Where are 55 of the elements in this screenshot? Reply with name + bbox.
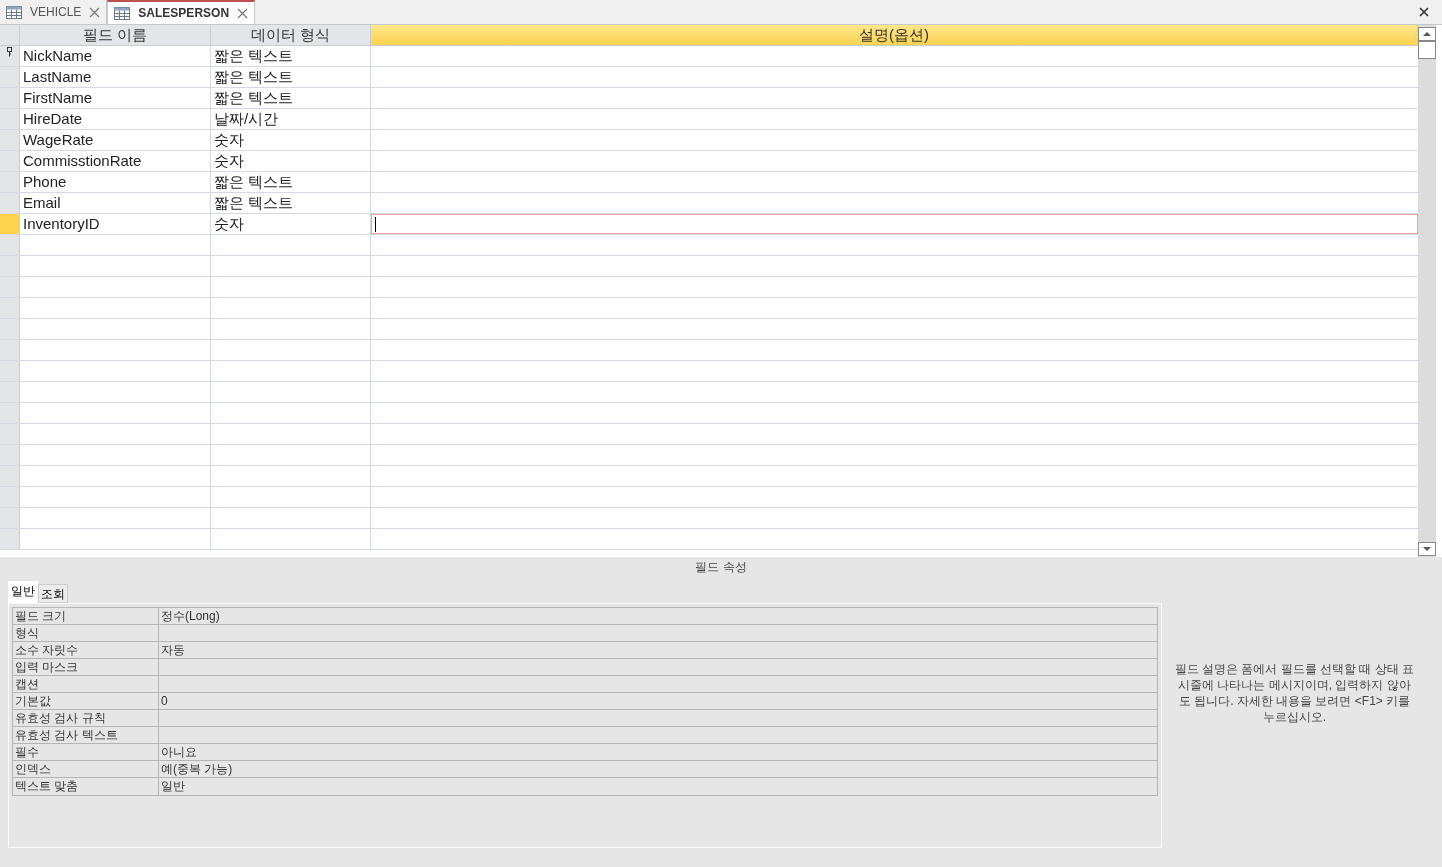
description-input[interactable] <box>371 214 1418 234</box>
table-cell: 숫자 <box>211 151 371 171</box>
property-label: 유효성 검사 텍스트 <box>13 727 159 743</box>
table-cell: 날짜/시간 <box>211 109 371 129</box>
property-value[interactable]: 아니요 <box>159 744 1157 760</box>
table-cell: HireDate <box>20 109 211 129</box>
key-icon <box>7 47 12 57</box>
table-cell: Email <box>20 193 211 213</box>
table-icon <box>6 5 22 19</box>
table-cell: 숫자 <box>211 130 371 150</box>
table-cell: FirstName <box>20 88 211 108</box>
table-cell: LastName <box>20 67 211 87</box>
table-cell: 짧은 텍스트 <box>211 172 371 192</box>
property-value[interactable]: 자동 <box>159 642 1157 658</box>
down-arrow-icon <box>1423 547 1431 551</box>
table-cell: 짧은 텍스트 <box>211 193 371 213</box>
table-cell: 숫자 <box>211 214 371 234</box>
table-cell: CommisstionRate <box>20 151 211 171</box>
property-tab[interactable]: 일반 <box>8 581 38 603</box>
table-cell: 짧은 텍스트 <box>211 88 371 108</box>
scrollbar[interactable] <box>1418 25 1436 557</box>
property-value[interactable]: 0 <box>159 693 1157 709</box>
table-cell: WageRate <box>20 130 211 150</box>
table-cell: 짧은 텍스트 <box>211 46 371 66</box>
column-header[interactable]: 필드 이름 <box>20 25 211 46</box>
column-header[interactable]: 데이터 형식 <box>211 25 371 46</box>
property-value[interactable]: 일반 <box>159 778 1157 795</box>
document-tab[interactable]: SALESPERSON <box>107 0 256 24</box>
scroll-down-button[interactable] <box>1418 542 1436 556</box>
property-value[interactable]: 예(중복 가능) <box>159 761 1157 777</box>
help-text: 필드 설명은 폼에서 필드를 선택할 때 상태 표시줄에 나타나는 메시지이며, 입력하지 않아도 됩니다. 자세한 내용을 보려면 <F1> 키를 누르십시오. <box>1173 660 1416 725</box>
property-label: 필드 크기 <box>13 608 159 624</box>
table-cell: InventoryID <box>20 214 211 234</box>
close-icon[interactable] <box>1419 7 1429 17</box>
up-arrow-icon <box>1423 32 1431 36</box>
property-label: 소수 자릿수 <box>13 642 159 658</box>
section-title: 필드 속성 <box>695 559 747 576</box>
column-header[interactable]: 설명(옵션) <box>371 25 1418 46</box>
property-label: 형식 <box>13 625 159 641</box>
table-icon <box>114 6 131 20</box>
property-label: 필수 <box>13 744 159 760</box>
scroll-up-button[interactable] <box>1418 27 1436 41</box>
property-label: 텍스트 맞춤 <box>13 778 159 795</box>
table-cell: Phone <box>20 172 211 192</box>
property-label: 인덱스 <box>13 761 159 777</box>
table-cell: NickName <box>20 46 211 66</box>
property-label: 입력 마스크 <box>13 659 159 675</box>
property-tab[interactable]: 조회 <box>38 584 68 603</box>
scroll-thumb[interactable] <box>1418 41 1436 59</box>
property-label: 유효성 검사 규칙 <box>13 710 159 726</box>
property-label: 캡션 <box>13 676 159 692</box>
property-value[interactable]: 정수(Long) <box>159 608 1157 624</box>
row-selector[interactable] <box>0 46 20 66</box>
property-label: 기본값 <box>13 693 159 709</box>
table-cell: 짧은 텍스트 <box>211 67 371 87</box>
